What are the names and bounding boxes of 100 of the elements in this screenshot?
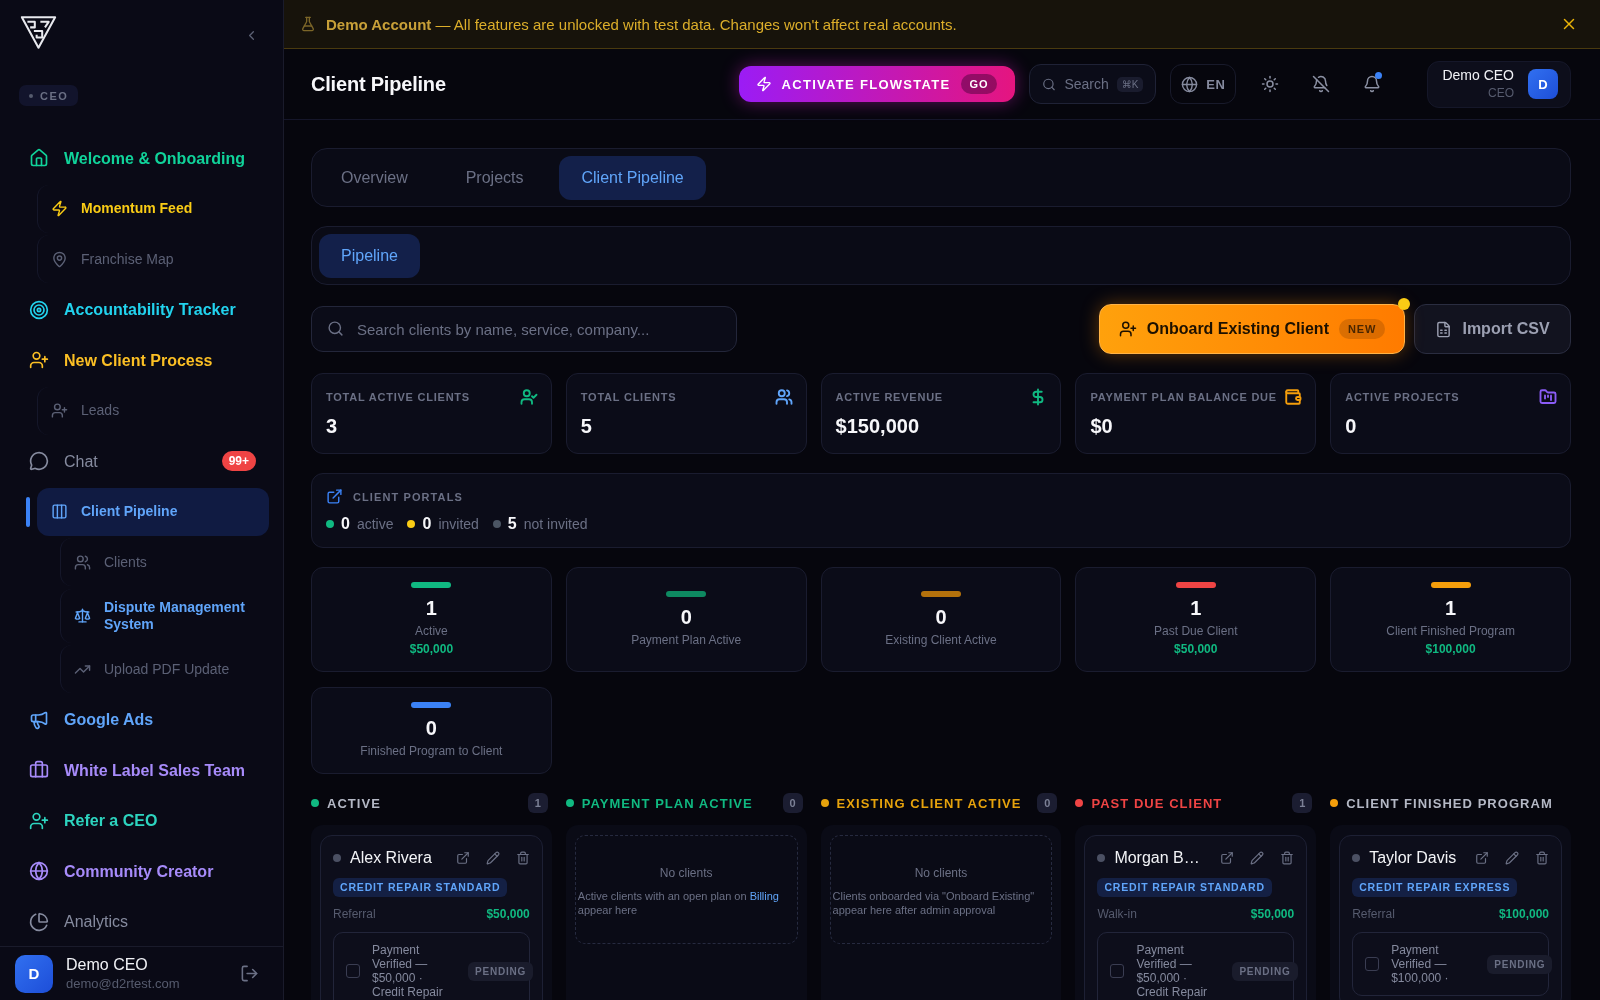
house-icon	[29, 148, 49, 169]
stage-count: 0	[935, 605, 947, 629]
checkbox[interactable]	[346, 964, 360, 978]
briefcase-icon	[29, 760, 49, 781]
stat-value: 3	[326, 415, 339, 438]
globe-icon	[1181, 75, 1199, 93]
column-title: PAYMENT PLAN ACTIVE	[581, 794, 753, 812]
sidebar-item[interactable]: Community Creator	[0, 846, 283, 897]
stage-card[interactable]: 0 Existing Client Active	[820, 567, 1062, 672]
target-icon	[29, 299, 49, 320]
stage-label: Client Finished Program	[1386, 624, 1515, 639]
user-menu[interactable]: Demo CEO CEO D	[1427, 60, 1571, 108]
status-dot-icon	[1097, 854, 1106, 862]
stat-value: $0	[1090, 415, 1114, 438]
billing-link[interactable]: Billing	[749, 890, 779, 902]
stage-card[interactable]: 1 Active $50,000	[311, 567, 552, 672]
delete-button[interactable]	[515, 851, 530, 865]
sidebar-item[interactable]: White Label Sales Team	[0, 745, 283, 796]
globe-icon	[29, 861, 49, 882]
checkbox[interactable]	[1110, 964, 1125, 978]
external-link-button[interactable]	[1220, 851, 1235, 865]
pencil-icon	[1505, 851, 1519, 865]
external-link-button[interactable]	[1475, 851, 1489, 865]
user-avatar: D	[15, 954, 53, 993]
bell-icon	[1363, 75, 1382, 93]
onboard-client-button[interactable]: Onboard Existing Client NEW	[1099, 304, 1405, 354]
amount-text: $50,000	[486, 907, 530, 922]
sidebar-item[interactable]: Refer a CEO	[0, 795, 283, 846]
sidebar-item[interactable]: Accountability Tracker	[0, 284, 283, 335]
stat-value: 5	[580, 415, 593, 438]
chat-bubble-icon	[29, 451, 49, 472]
import-csv-button[interactable]: Import CSV	[1414, 304, 1571, 354]
users-icon	[74, 553, 91, 571]
tab[interactable]: Client Pipeline	[559, 155, 706, 200]
sidebar-item[interactable]: Chat 99+	[0, 436, 283, 487]
logout-icon	[240, 964, 259, 983]
user-name: Demo CEO	[1442, 68, 1514, 84]
client-card[interactable]: Alex Rivera CREDIT REPAIR STANDARD Referral $50,000 Payment Verified — $50,000 · Credit Repair PENDING	[320, 835, 543, 1000]
pencil-icon	[485, 851, 500, 865]
count-badge: 99+	[221, 451, 256, 472]
amount-text: $100,000	[1498, 907, 1549, 922]
spreadsheet-icon	[1435, 320, 1453, 338]
portal-count-label: invited	[438, 516, 479, 532]
sidebar-item[interactable]: Momentum Feed	[37, 184, 269, 233]
status-dot-icon	[333, 854, 341, 862]
edit-button[interactable]	[1250, 851, 1265, 865]
stat-label: TOTAL ACTIVE CLIENTS	[326, 391, 470, 403]
stage-card[interactable]: 0 Finished Program to Client	[311, 687, 552, 774]
language-button[interactable]: EN	[1170, 64, 1237, 104]
user-role: CEO	[1487, 86, 1514, 100]
subtab[interactable]: Pipeline	[319, 233, 420, 278]
delete-button[interactable]	[1535, 851, 1549, 865]
stage-count: 1	[1445, 596, 1457, 620]
sidebar-item[interactable]: Google Ads	[0, 694, 283, 745]
sidebar-item[interactable]: Welcome & Onboarding	[0, 133, 283, 184]
external-link-button[interactable]	[455, 851, 470, 865]
user-plus-icon	[51, 402, 68, 420]
stage-label: Active	[415, 624, 448, 639]
user-name: Demo CEO	[66, 956, 149, 974]
flowstate-button[interactable]: ACTIVATE FLOWSTATE GO	[738, 66, 1016, 102]
edit-button[interactable]	[1505, 851, 1519, 865]
client-card[interactable]: Morgan B… CREDIT REPAIR STANDARD Walk-in $50,000 Payment Verified — $50,000 · Credit Repair PENDING	[1084, 835, 1308, 1000]
external-link-icon	[1475, 851, 1489, 865]
empty-title: No clients	[913, 866, 969, 881]
bell-off-icon	[1312, 75, 1331, 93]
status-pill: PENDING	[1487, 954, 1553, 974]
tab[interactable]: Projects	[443, 155, 546, 200]
logout-button[interactable]	[240, 964, 259, 983]
sidebar-item[interactable]: New Client Process	[0, 335, 283, 386]
status-pill: PENDING	[468, 961, 534, 981]
sidebar-item[interactable]: Analytics	[0, 896, 283, 946]
checkbox[interactable]	[1365, 957, 1380, 971]
sidebar-item[interactable]: Dispute Management System	[60, 588, 269, 643]
amount-text: $50,000	[1250, 907, 1295, 922]
user-plus-icon	[29, 350, 49, 371]
stage-card[interactable]: 0 Payment Plan Active	[565, 567, 807, 672]
pencil-icon	[1250, 851, 1265, 865]
count-badge: 0	[1037, 793, 1058, 813]
search-button[interactable]: Search ⌘K	[1029, 64, 1157, 104]
dot-icon	[29, 93, 33, 98]
empty-title: No clients	[658, 866, 714, 881]
edit-button[interactable]	[485, 851, 500, 865]
shortcut-key: ⌘K	[1116, 76, 1144, 92]
lightning-icon	[51, 200, 68, 218]
search-icon	[327, 320, 344, 337]
portal-count-label: not invited	[523, 516, 588, 532]
megaphone-icon	[29, 709, 49, 730]
delete-button[interactable]	[1280, 851, 1295, 865]
client-card[interactable]: Taylor Davis CREDIT REPAIR EXPRESS Referral $100,000 Payment Verified — $100,000 · PENDING	[1339, 835, 1562, 1000]
column-title: ACTIVE	[327, 794, 381, 812]
source-text: Referral	[1352, 907, 1395, 922]
tab[interactable]: Overview	[319, 155, 430, 200]
stage-card[interactable]: 1 Past Due Client $50,000	[1075, 567, 1317, 672]
search-field[interactable]: Search clients by name, service, company...	[311, 306, 737, 352]
stage-label: Finished Program to Client	[360, 744, 503, 759]
client-name: Taylor Davis	[1369, 848, 1457, 868]
user-avatar: D	[1528, 69, 1558, 99]
service-tag: CREDIT REPAIR STANDARD	[333, 878, 508, 897]
stage-card[interactable]: 1 Client Finished Program $100,000	[1330, 567, 1571, 672]
service-tag: CREDIT REPAIR EXPRESS	[1352, 878, 1518, 897]
